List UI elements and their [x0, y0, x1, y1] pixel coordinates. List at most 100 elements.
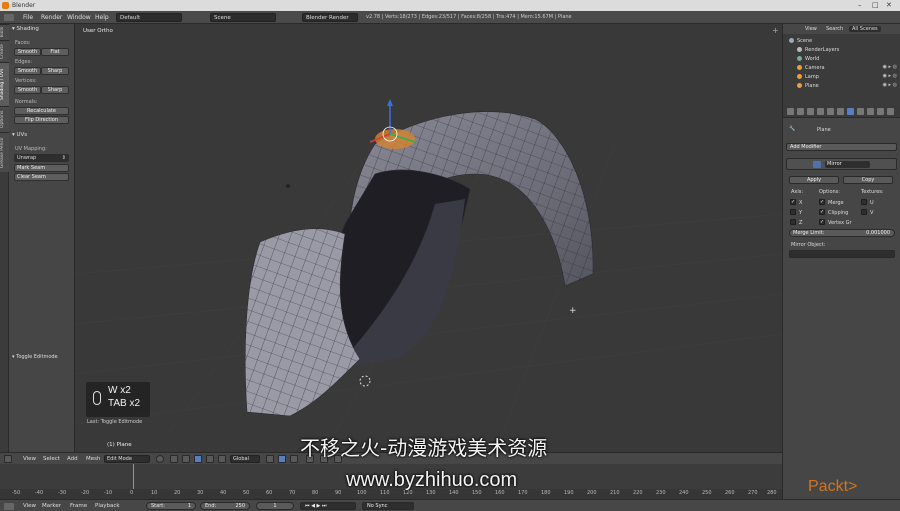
world-tab-icon[interactable] [817, 108, 824, 115]
unwrap-menu[interactable]: Unwrap ⇕ [14, 154, 69, 162]
menu-view[interactable]: View [23, 456, 36, 462]
merge-limit-field[interactable]: Merge Limit: 0.001000 [789, 229, 895, 237]
3d-view-editor-icon[interactable] [4, 455, 12, 463]
timeline-editor-icon[interactable] [4, 503, 14, 510]
faces-flat-button[interactable]: Flat [41, 48, 69, 56]
texture-tab-icon[interactable] [877, 108, 884, 115]
menu-window[interactable]: Window [67, 14, 91, 21]
tab-tools[interactable]: Tools [0, 24, 9, 40]
uvs-panel-header[interactable]: ▾ UVs [12, 132, 27, 138]
flip-direction-button[interactable]: Flip Direction [14, 116, 69, 124]
apply-button[interactable]: Apply [789, 176, 839, 184]
tab-create[interactable]: Create [0, 40, 9, 62]
editor-type-icon[interactable] [4, 14, 14, 21]
outliner-row-plane[interactable]: Plane ◉ ▸ ◎ [783, 81, 900, 90]
tab-grease-pencil[interactable]: Grease Pencil [0, 132, 9, 172]
scene-select[interactable]: Scene [210, 13, 276, 22]
pivot-point-icon[interactable] [170, 455, 178, 463]
last-operator-header[interactable]: ▾ Toggle Editmode [12, 354, 58, 360]
tab-options[interactable]: Options [0, 106, 9, 132]
copy-button[interactable]: Copy [843, 176, 893, 184]
face-select-icon[interactable] [290, 455, 298, 463]
axis-z-checkbox[interactable] [790, 219, 796, 225]
outliner-row-world[interactable]: World [783, 54, 900, 63]
mode-select[interactable]: Edit Mode [104, 455, 150, 463]
scene-tab-icon[interactable] [807, 108, 814, 115]
menu-mesh[interactable]: Mesh [86, 456, 100, 462]
outliner-row-renderlayers[interactable]: RenderLayers [783, 45, 900, 54]
texture-u-label: U [870, 200, 874, 206]
menu-render[interactable]: Render [41, 14, 62, 21]
edge-select-icon[interactable] [278, 455, 286, 463]
rotate-icon[interactable] [206, 455, 214, 463]
menu-help[interactable]: Help [95, 14, 109, 21]
manipulator-icon[interactable] [182, 455, 190, 463]
vertex-groups-checkbox[interactable]: ✓ [819, 219, 825, 225]
vertex-select-icon[interactable] [266, 455, 274, 463]
axis-x-checkbox[interactable]: ✓ [790, 199, 796, 205]
translate-icon[interactable] [194, 455, 202, 463]
sync-mode-select[interactable]: No Sync [362, 502, 414, 510]
faces-smooth-button[interactable]: Smooth [14, 48, 41, 56]
recalculate-button[interactable]: Recalculate [14, 107, 69, 115]
clear-seam-button[interactable]: Clear Seam [14, 173, 69, 181]
visibility-icon[interactable]: ◉ ▸ ◎ [883, 64, 897, 70]
properties-toggle-icon[interactable]: + [772, 26, 780, 35]
vertices-smooth-button[interactable]: Smooth [14, 86, 41, 94]
maximize-icon[interactable]: □ [872, 1, 879, 9]
menu-marker[interactable]: Marker [42, 503, 61, 509]
render-engine-select[interactable]: Blender Render [302, 13, 358, 22]
3d-viewport[interactable]: + User Ortho + W x2 TAB x2 Last: Toggle … [75, 24, 782, 452]
tab-shading-uvs[interactable]: Shading / UVs [0, 62, 9, 106]
screen-layout-select[interactable]: Default [116, 13, 182, 22]
start-frame-field[interactable]: Start: 1 [146, 502, 196, 510]
render-tab-icon[interactable] [787, 108, 794, 115]
timeline-header: View Marker Frame Playback Start: 1 End: 2… [0, 499, 900, 511]
menu-add[interactable]: Add [67, 456, 78, 462]
merge-checkbox[interactable]: ✓ [819, 199, 825, 205]
viewport-canvas[interactable]: + [75, 24, 782, 452]
visibility-icon[interactable]: ◉ ▸ ◎ [883, 73, 897, 79]
menu-select[interactable]: Select [43, 456, 60, 462]
outliner-row-lamp[interactable]: Lamp ◉ ▸ ◎ [783, 72, 900, 81]
vertices-sharp-button[interactable]: Sharp [41, 86, 69, 94]
clipping-checkbox[interactable]: ✓ [819, 209, 825, 215]
outliner-view-menu[interactable]: View [805, 26, 817, 32]
data-tab-icon[interactable] [857, 108, 864, 115]
outliner-row-camera[interactable]: Camera ◉ ▸ ◎ [783, 63, 900, 72]
physics-tab-icon[interactable] [887, 108, 894, 115]
close-icon[interactable]: ✕ [886, 1, 892, 9]
menu-file[interactable]: File [23, 14, 33, 21]
tick-label: -40 [35, 490, 44, 496]
minimize-icon[interactable]: – [858, 1, 862, 9]
modifiers-tab-icon[interactable] [847, 108, 854, 115]
material-tab-icon[interactable] [867, 108, 874, 115]
outliner-row-scene[interactable]: Scene [783, 36, 900, 45]
mark-seam-button[interactable]: Mark Seam [14, 164, 69, 172]
texture-v-checkbox[interactable] [861, 209, 867, 215]
add-modifier-menu[interactable]: Add Modifier [786, 143, 897, 151]
outliner-search-menu[interactable]: Search [826, 26, 843, 32]
edges-smooth-button[interactable]: Smooth [14, 67, 41, 75]
current-frame-field[interactable]: 1 [256, 502, 294, 510]
constraints-tab-icon[interactable] [837, 108, 844, 115]
scale-icon[interactable] [218, 455, 226, 463]
end-frame-field[interactable]: End: 250 [200, 502, 250, 510]
menu-timeline-view[interactable]: View [23, 503, 36, 509]
orientation-select[interactable]: Global [230, 455, 260, 463]
outliner-display-mode[interactable]: All Scenes [849, 26, 881, 32]
mirror-object-field[interactable] [789, 250, 895, 258]
shading-panel-header[interactable]: ▾ Shading [12, 26, 39, 32]
menu-playback[interactable]: Playback [95, 503, 120, 509]
axis-y-checkbox[interactable] [790, 209, 796, 215]
texture-u-checkbox[interactable] [861, 199, 867, 205]
viewport-shading-icon[interactable] [156, 455, 164, 463]
playback-controls[interactable]: ⏮ ◀ ▶ ⏭ [300, 502, 356, 510]
object-tab-icon[interactable] [827, 108, 834, 115]
render-layers-tab-icon[interactable] [797, 108, 804, 115]
menu-frame[interactable]: Frame [70, 503, 87, 509]
modifier-name-field[interactable]: Mirror [825, 161, 870, 168]
visibility-icon[interactable]: ◉ ▸ ◎ [883, 82, 897, 88]
tick-label: 10 [151, 490, 158, 496]
edges-sharp-button[interactable]: Sharp [41, 67, 69, 75]
